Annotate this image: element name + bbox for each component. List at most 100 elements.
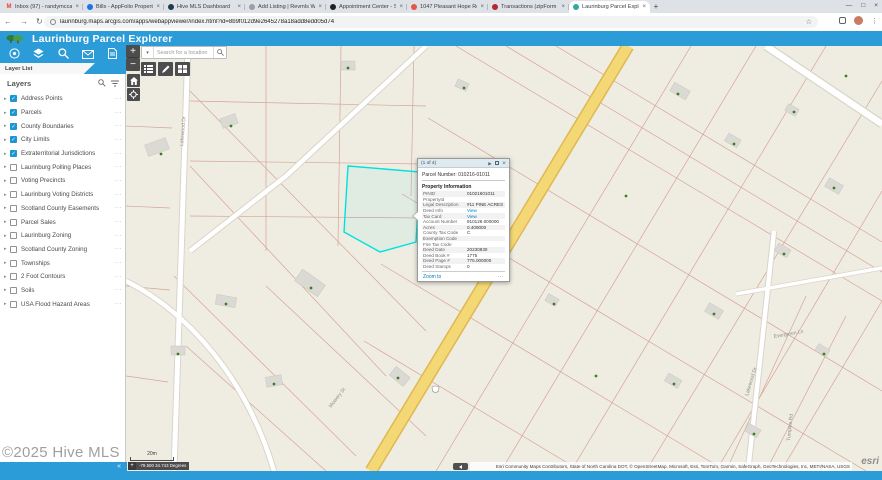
draw-tool-button[interactable] [158,62,173,76]
profile-avatar[interactable] [854,16,863,25]
layer-checkbox[interactable]: ✓ [10,109,17,117]
bookmark-star-icon[interactable]: ☆ [806,18,812,26]
popup-maximize-icon[interactable] [494,160,500,166]
tab-close-icon[interactable]: × [642,4,646,10]
layer-checkbox[interactable] [10,300,17,308]
window-controls: — □ × [846,1,878,11]
layer-checkbox[interactable] [10,218,17,226]
tab-close-icon[interactable]: × [318,4,322,10]
layer-menu-icon[interactable]: ··· [115,260,123,266]
layer-menu-icon[interactable]: ··· [115,110,123,116]
layer-menu-icon[interactable]: ··· [115,246,123,252]
layer-menu-icon[interactable]: ··· [115,123,123,129]
popup-close-icon[interactable]: × [502,160,506,167]
minimize-window-icon[interactable]: — [846,1,853,11]
layer-menu-icon[interactable]: ··· [115,164,123,170]
forward-icon[interactable]: → [20,16,28,27]
layer-checkbox[interactable]: ✓ [10,136,17,144]
browser-tab[interactable]: 1047 Pleasant Hope Rd, Farm...× [407,1,488,13]
search-input[interactable] [154,47,213,58]
layer-menu-icon[interactable]: ··· [115,274,123,280]
locate-button[interactable] [127,88,140,101]
tab-close-icon[interactable]: × [237,4,241,10]
layer-menu-icon[interactable]: ··· [115,151,123,157]
layer-checkbox[interactable] [10,163,17,171]
layer-menu-icon[interactable]: ··· [115,178,123,184]
layer-checkbox[interactable]: ✓ [10,122,17,130]
zoom-out-button[interactable]: − [126,58,140,71]
extensions-icon[interactable] [839,17,846,24]
layer-checkbox[interactable] [10,232,17,240]
tab-close-icon[interactable]: × [561,4,565,10]
search-widget-button[interactable] [57,47,69,61]
tab-strip-tabs: MInbox (97) - randymccarty@g...×Bills - … [2,1,650,13]
layer-menu-icon[interactable]: ··· [115,219,123,225]
legend-widget-button[interactable] [8,47,20,61]
tab-close-icon[interactable]: × [399,4,403,10]
share-icon [81,46,94,64]
legend-tool-button[interactable] [141,62,156,76]
new-tab-button[interactable]: + [650,1,662,13]
layer-checkbox[interactable]: ✓ [10,150,17,158]
panel-title-bar[interactable]: Layer List [0,63,126,74]
layer-menu-icon[interactable]: ··· [115,205,123,211]
reload-icon[interactable]: ↻ [36,16,43,27]
layer-checkbox[interactable] [10,191,17,199]
layer-label: 2 Foot Contours [21,273,66,281]
zoom-in-button[interactable]: + [126,45,140,58]
close-window-icon[interactable]: × [874,1,878,11]
layer-menu-icon[interactable]: ··· [115,233,123,239]
tab-close-icon[interactable]: × [156,4,160,10]
coordinate-crosshair-icon[interactable]: + [128,462,136,470]
popup-more-icon[interactable]: ··· [498,274,505,280]
popup-anchor [413,212,418,220]
maximize-window-icon[interactable]: □ [861,1,865,11]
browser-tab[interactable]: Hive MLS Dashboard × [164,1,245,13]
layer-search-icon[interactable] [98,79,106,87]
layer-menu-icon[interactable]: ··· [115,192,123,198]
layer-menu-icon[interactable]: ··· [115,137,123,143]
layer-checkbox[interactable]: ✓ [10,95,17,103]
zoom-to-link[interactable]: Zoom to [423,274,498,280]
browser-tab[interactable]: Appointment Center - Staff - U...× [326,1,407,13]
field-value-link[interactable]: View [467,214,504,219]
layer-checkbox[interactable] [10,286,17,294]
panel-collapse-icon[interactable]: « [117,462,121,471]
tab-title: Add Listing | Revmls Web [258,4,316,10]
home-button[interactable] [127,74,140,87]
location-search-widget: ▾ [141,46,227,59]
browser-tab[interactable]: Transactions (zipForm Edition)...× [488,1,569,13]
attribution-toggle[interactable] [453,463,468,470]
tab-close-icon[interactable]: × [480,4,484,10]
address-bar[interactable]: laurinburg.maps.arcgis.com/apps/webappvi… [44,16,818,28]
popup-next-icon[interactable]: ▶ [488,160,491,167]
layer-menu-icon[interactable]: ··· [115,96,123,102]
layer-checkbox[interactable] [10,204,17,212]
layers-widget-button[interactable] [33,48,45,61]
browser-menu-icon[interactable]: ⋮ [871,17,878,25]
site-info-icon[interactable] [50,19,56,25]
browser-tab[interactable]: Add Listing | Revmls Web × [245,1,326,13]
coordinate-readout: -79.500 34.743 Degrees [136,462,190,470]
field-value-link[interactable]: View [467,208,504,213]
attribute-table-button[interactable] [175,62,190,76]
browser-tab[interactable]: Bills - AppFolio Property Manu...× [83,1,164,13]
selected-parcel-highlight[interactable] [343,165,421,253]
coordinate-widget[interactable]: + -79.500 34.743 Degrees [128,462,190,470]
share-widget-button[interactable] [81,46,94,64]
tab-close-icon[interactable]: × [75,4,79,10]
back-icon[interactable]: ← [4,16,12,27]
layer-checkbox[interactable] [10,259,17,267]
layer-checkbox[interactable] [10,245,17,253]
print-widget-button[interactable] [106,47,118,61]
layer-menu-icon[interactable]: ··· [115,301,123,307]
browser-tab[interactable]: Laurinburg Parcel Explorer× [569,1,650,13]
layer-checkbox[interactable] [10,273,17,281]
layer-row: ▸ Parcel Sales ··· [0,215,126,229]
layer-filter-icon[interactable] [111,80,119,87]
browser-tab[interactable]: MInbox (97) - randymccarty@g...× [2,1,83,13]
layer-menu-icon[interactable]: ··· [115,287,123,293]
layer-checkbox[interactable] [10,177,17,185]
search-submit-button[interactable] [213,47,226,58]
search-source-dropdown[interactable]: ▾ [142,47,154,58]
